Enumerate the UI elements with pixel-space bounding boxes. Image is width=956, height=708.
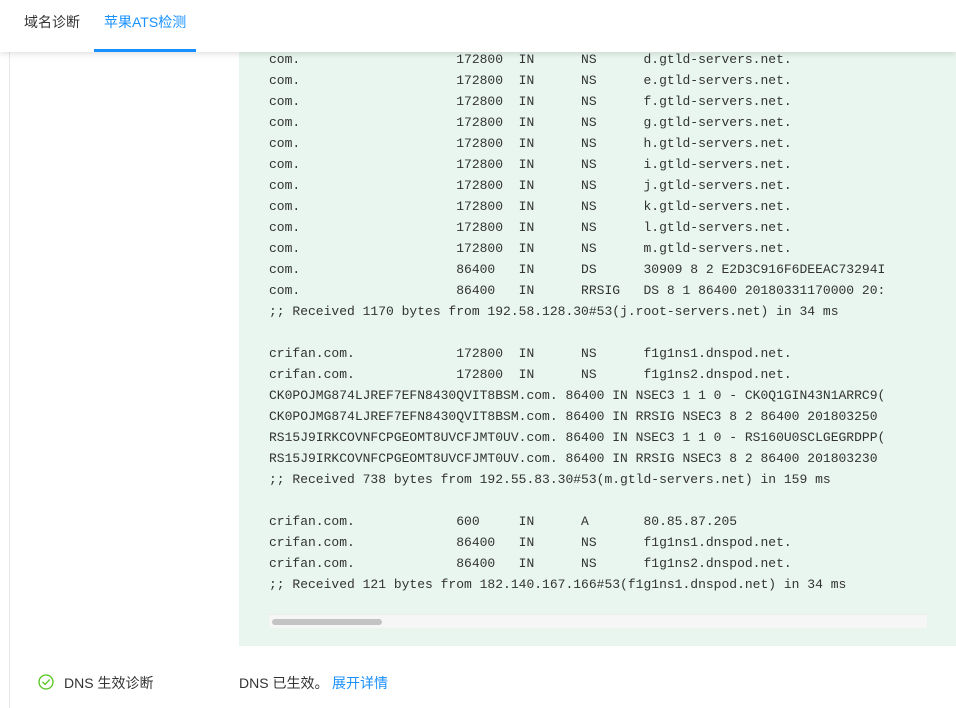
dig-output-line: com. 172800 IN NS m.gtld-servers.net. [269, 241, 792, 256]
dns-status-label: DNS 生效诊断 [64, 675, 154, 691]
dig-output-line: com. 172800 IN NS l.gtld-servers.net. [269, 220, 792, 235]
dig-output-line: crifan.com. 86400 IN NS f1g1ns2.dnspod.n… [269, 556, 792, 571]
dns-status-text: DNS 已生效。 [239, 675, 329, 691]
dig-output-line: com. 172800 IN NS k.gtld-servers.net. [269, 199, 792, 214]
active-tab-indicator [94, 49, 196, 52]
dig-output-text: com. 172800 IN NS d.gtld-servers.net. com… [269, 52, 885, 595]
tab-bar: 域名诊断 苹果ATS检测 [0, 0, 956, 52]
expand-details-link[interactable]: 展开详情 [332, 673, 388, 693]
dig-output-line [269, 490, 885, 511]
dig-output-line: com. 172800 IN NS e.gtld-servers.net. [269, 73, 792, 88]
horizontal-scrollbar[interactable] [269, 614, 927, 628]
dig-output-line: crifan.com. 172800 IN NS f1g1ns1.dnspod.… [269, 346, 792, 361]
dig-output-line: com. 86400 IN DS 30909 8 2 E2D3C916F6DEE… [269, 262, 886, 277]
dns-status-row: DNS 生效诊断 DNS 已生效。 展开详情 [0, 664, 956, 700]
dig-output-line: com. 172800 IN NS j.gtld-servers.net. [269, 178, 792, 193]
tab-ats-check[interactable]: 苹果ATS检测 [104, 0, 186, 52]
dig-output-line: CK0POJMG874LJREF7EFN8430QVIT8BSM.com. 86… [269, 409, 878, 424]
panel-border [9, 52, 10, 708]
dig-output-line: ;; Received 121 bytes from 182.140.167.1… [269, 577, 847, 592]
dig-output-line: crifan.com. 172800 IN NS f1g1ns2.dnspod.… [269, 367, 792, 382]
dig-output-line: RS15J9IRKCOVNFCPGEOMT8UVCFJMT0UV.com. 86… [269, 430, 886, 445]
tab-domain-diagnosis[interactable]: 域名诊断 [24, 0, 80, 52]
check-circle-icon [38, 674, 54, 690]
dig-output-line: com. 172800 IN NS d.gtld-servers.net. [269, 52, 792, 67]
dig-output-line: com. 172800 IN NS f.gtld-servers.net. [269, 94, 792, 109]
dig-output-line: CK0POJMG874LJREF7EFN8430QVIT8BSM.com. 86… [269, 388, 886, 403]
dig-output-line [269, 322, 885, 343]
dig-output-line: ;; Received 738 bytes from 192.55.83.30#… [269, 472, 831, 487]
dig-output-line: com. 172800 IN NS h.gtld-servers.net. [269, 136, 792, 151]
dig-output-line: com. 86400 IN RRSIG DS 8 1 86400 2018033… [269, 283, 886, 298]
dig-output-line: crifan.com. 86400 IN NS f1g1ns1.dnspod.n… [269, 535, 792, 550]
dig-output-panel: com. 172800 IN NS d.gtld-servers.net. com… [239, 52, 956, 646]
dig-output-line: crifan.com. 600 IN A 80.85.87.205 [269, 514, 738, 529]
dig-output-line: com. 172800 IN NS i.gtld-servers.net. [269, 157, 792, 172]
dig-output-line: ;; Received 1170 bytes from 192.58.128.3… [269, 304, 839, 319]
scrollbar-thumb[interactable] [272, 619, 382, 625]
dig-output-line: com. 172800 IN NS g.gtld-servers.net. [269, 115, 792, 130]
dig-output-line: RS15J9IRKCOVNFCPGEOMT8UVCFJMT0UV.com. 86… [269, 451, 878, 466]
